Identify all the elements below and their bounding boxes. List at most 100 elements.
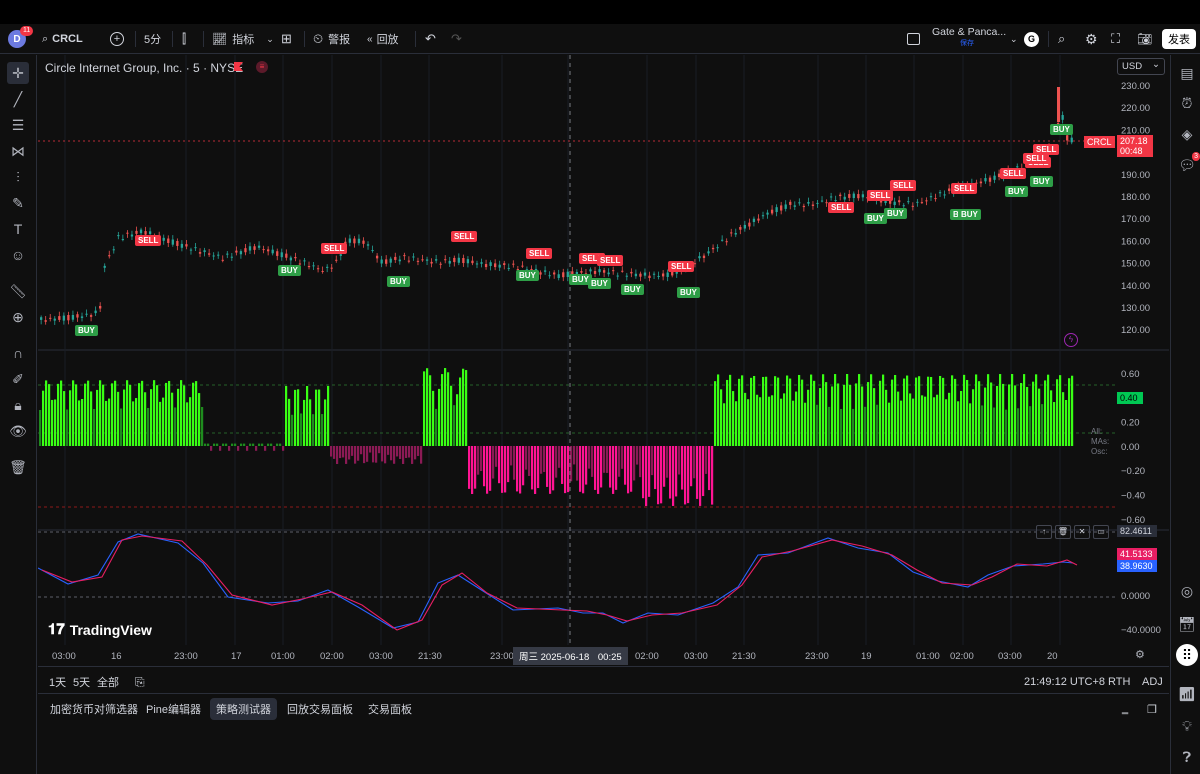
drawing-toolbar: ✛ ╱ ☰ ⋈ ⫶ ✎ T ☺ 📏︎ ⊕ ∩ ✐ 🔒︎ 👁︎ 🗑︎ — [0, 55, 37, 774]
delete-pane-icon[interactable]: 🗑︎ — [1055, 525, 1071, 539]
lock-icon[interactable]: 🔒︎ — [7, 394, 29, 416]
osc-bar — [855, 383, 858, 446]
osc-bar — [915, 377, 918, 446]
ruler-icon[interactable]: 📏︎ — [7, 280, 29, 302]
osc-bar — [384, 446, 387, 464]
osc-bar — [531, 446, 534, 490]
candle-body — [226, 253, 229, 255]
user-avatar[interactable]: D 11 — [8, 26, 34, 49]
zoom-in-icon[interactable]: ⊕ — [7, 306, 29, 328]
osc-bar — [726, 379, 729, 446]
apps-icon[interactable]: ⠿ — [1176, 644, 1198, 666]
eye-icon[interactable]: 👁︎ — [7, 420, 29, 442]
indicators-button[interactable]: 📈︎ 指标 ⌄ — [212, 29, 274, 49]
redo-button[interactable]: ↷ — [451, 29, 462, 49]
compare-add-button[interactable]: + — [110, 29, 124, 49]
candle-body — [117, 235, 120, 237]
session-button[interactable]: RTH — [1102, 671, 1136, 693]
alert-button[interactable]: ⏲︎ 警报 — [313, 29, 350, 49]
trendline-icon[interactable]: ╱ — [7, 88, 29, 110]
osc-bar — [363, 446, 366, 464]
layout-name-button[interactable]: Gate & Panca... 保存 — [932, 26, 1006, 52]
chart-type-button[interactable]: ⫿ — [182, 29, 186, 49]
camera-icon[interactable]: 📷︎ — [1137, 29, 1152, 49]
lightning-icon[interactable]: ϟ — [1064, 333, 1078, 347]
osc-bar — [867, 382, 870, 446]
osc-bar — [144, 392, 147, 446]
move-up-icon[interactable]: ↑ — [1036, 525, 1052, 539]
calendar-icon[interactable]: 📅︎ — [1176, 613, 1198, 635]
watchlist-icon[interactable]: ▤ — [1176, 62, 1198, 84]
layouts-grid-button[interactable]: ⊞ — [281, 29, 292, 49]
osc-bar — [1050, 390, 1053, 446]
interval-button[interactable]: 5分 — [144, 29, 161, 49]
minimize-panel-icon[interactable]: ‗ — [1116, 698, 1134, 720]
maximize-panel-icon[interactable]: ❐ — [1141, 698, 1163, 720]
osc-bar — [939, 375, 942, 446]
quick-search-icon[interactable]: ⌕ — [1058, 29, 1065, 49]
candle-body — [652, 273, 656, 275]
legend-menu-icon[interactable]: ≡ — [256, 61, 268, 73]
range-all-button[interactable]: 全部 — [91, 671, 125, 693]
help-icon[interactable]: ❓︎ — [1176, 746, 1198, 768]
osc-bar — [429, 375, 432, 446]
candle-body — [58, 316, 61, 320]
price-axis-label: 220.00 — [1121, 103, 1150, 114]
target-icon[interactable]: ◎ — [1176, 580, 1198, 602]
pattern-icon[interactable]: ⋈ — [7, 140, 29, 162]
osc-bar — [1029, 406, 1032, 446]
collapse-pane-icon[interactable]: ✕ — [1074, 525, 1090, 539]
text-icon[interactable]: T — [7, 218, 29, 240]
bulb-icon[interactable]: 💡︎ — [1176, 715, 1198, 737]
tab-pine-editor[interactable]: Pine编辑器 — [140, 698, 207, 720]
replay-button[interactable]: « 回放 — [367, 29, 399, 49]
publish-button[interactable]: 发表 — [1162, 29, 1196, 49]
osc-bar — [516, 446, 519, 492]
alerts-clock-icon[interactable]: ⏰︎ — [1176, 92, 1198, 114]
forecast-icon[interactable]: ⫶ — [7, 166, 29, 188]
lock-drawing-icon[interactable]: ✐ — [7, 368, 29, 390]
candle-body — [521, 265, 524, 267]
account-avatar[interactable]: G — [1024, 29, 1039, 49]
tab-replay-trading[interactable]: 回放交易面板 — [281, 698, 359, 720]
maximize-pane-icon[interactable]: ▭ — [1093, 525, 1109, 539]
fib-retracement-icon[interactable]: ☰ — [7, 114, 29, 136]
chart-canvas[interactable]: 230.00220.00210.00200.00190.00180.00170.… — [38, 55, 1169, 666]
adjust-button[interactable]: ADJ — [1136, 671, 1169, 693]
chat-icon[interactable]: 💬︎ 3 — [1176, 152, 1200, 176]
candle-body — [89, 315, 93, 317]
brush-icon[interactable]: ✎ — [7, 192, 29, 214]
emoji-icon[interactable]: ☺ — [7, 244, 29, 266]
osc-bar — [651, 446, 654, 476]
osc-bar — [402, 446, 405, 464]
osc-bar — [426, 368, 429, 446]
tab-crypto-screener[interactable]: 加密货币对筛选器 — [44, 698, 144, 720]
date-range-calendar-icon[interactable]: ⎘ — [129, 671, 151, 693]
chart-area[interactable]: 230.00220.00210.00200.00190.00180.00170.… — [38, 55, 1169, 666]
magnet-icon[interactable]: ∩ — [7, 342, 29, 364]
osc-bar — [99, 380, 102, 446]
osc-axis-label: 0.20 — [1121, 418, 1140, 429]
candle-body — [770, 209, 774, 214]
sell-signal-label: SELL — [668, 261, 695, 272]
fullscreen-icon[interactable]: ⛶ — [1111, 29, 1120, 49]
clock-label[interactable]: 21:49:12 UTC+8 — [1018, 671, 1111, 693]
trash-icon[interactable]: 🗑︎ — [7, 456, 29, 478]
osc-bar — [63, 391, 66, 446]
osc-bar — [327, 386, 330, 446]
layers-icon[interactable]: ◈ — [1176, 123, 1198, 145]
undo-button[interactable]: ↶ — [425, 29, 436, 49]
tab-trading-panel[interactable]: 交易面板 — [362, 698, 418, 720]
time-axis-settings-icon[interactable]: ⚙︎ — [1135, 648, 1145, 661]
symbol-search[interactable]: ⌕ CRCL — [42, 29, 83, 49]
tab-strategy-tester[interactable]: 策略测试器 — [210, 698, 277, 720]
crosshair-icon[interactable]: ✛ — [7, 62, 29, 84]
layout-checkbox-icon[interactable] — [907, 29, 920, 49]
currency-select[interactable]: USD ⌄ — [1117, 58, 1165, 75]
osc-bar — [951, 375, 954, 446]
broadcast-icon[interactable]: 📶︎ — [1176, 683, 1198, 705]
candle-body — [798, 202, 801, 204]
settings-gear-icon[interactable]: ⚙︎ — [1085, 29, 1098, 49]
layout-chevron-down-icon[interactable]: ⌄ — [1010, 29, 1018, 49]
time-axis-label: 03:00 — [684, 651, 708, 662]
